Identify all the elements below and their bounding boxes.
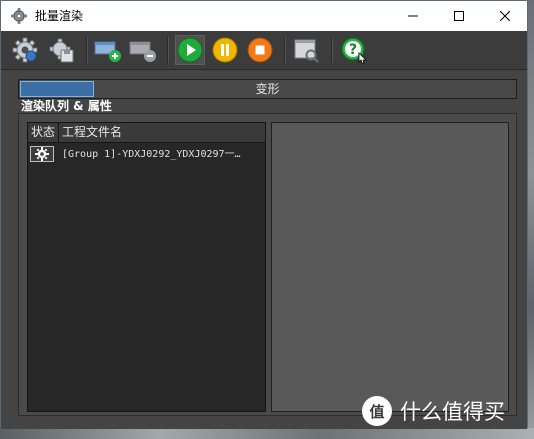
- site-watermark: 值 什么值得买: [362, 393, 505, 429]
- toolbar-separator: [331, 37, 333, 63]
- render-queue-list[interactable]: 状态 工程文件名 [Group 1]-YDXJ0292_YDXJ0297一…: [27, 122, 266, 412]
- title-bar[interactable]: 批量渲染: [1, 1, 527, 31]
- maximize-icon: [454, 11, 464, 21]
- watermark-logo: 值: [362, 396, 392, 426]
- column-header-status[interactable]: 状态: [28, 123, 59, 142]
- help-button[interactable]: ?: [339, 35, 369, 65]
- main-content: 变形 渲染队列 & 属性 状态 工程文件名 [Group 1]-YDXJ0292…: [1, 70, 527, 429]
- project-filename: [Group 1]-YDXJ0292_YDXJ0297一…: [62, 149, 241, 160]
- close-icon: [500, 11, 510, 21]
- pause-icon: [212, 37, 238, 63]
- desktop-background-right: [528, 0, 534, 439]
- start-render-button[interactable]: [175, 35, 205, 65]
- render-progress-bar: 变形: [18, 79, 517, 99]
- gear-icon: [35, 147, 49, 161]
- settings-gear-icon: [12, 37, 38, 63]
- queue-section-label: 渲染队列 & 属性: [21, 99, 112, 113]
- list-header: 状态 工程文件名: [28, 123, 265, 143]
- app-gear-icon: [11, 8, 27, 24]
- svg-text:值: 值: [369, 403, 384, 421]
- toolbar-separator: [284, 37, 286, 63]
- play-icon: [177, 37, 203, 63]
- column-header-filename[interactable]: 工程文件名: [62, 123, 122, 142]
- svg-text:?: ?: [349, 42, 357, 58]
- table-row[interactable]: [Group 1]-YDXJ0292_YDXJ0297一…: [28, 145, 265, 164]
- remove-job-icon: [129, 41, 156, 62]
- watermark-text: 什么值得买: [400, 400, 505, 424]
- stop-icon: [247, 37, 273, 63]
- minimize-button[interactable]: [390, 1, 436, 31]
- close-button[interactable]: [482, 1, 528, 31]
- desktop-background-bottom: [0, 428, 534, 439]
- window-title: 批量渲染: [35, 9, 84, 23]
- add-job-button[interactable]: [93, 35, 123, 65]
- stop-render-button[interactable]: [245, 35, 275, 65]
- settings-button[interactable]: [10, 35, 40, 65]
- save-render-button[interactable]: [46, 35, 76, 65]
- maximize-button[interactable]: [436, 1, 482, 31]
- progress-label: 变形: [255, 82, 280, 96]
- properties-panel: [271, 122, 509, 412]
- pause-render-button[interactable]: [210, 35, 240, 65]
- batch-render-window: 批量渲染 ? 变形 渲染队列 & 属性 状态 工程文件名 [Group 1]-Y…: [0, 0, 528, 429]
- help-icon: ?: [341, 37, 367, 64]
- status-button[interactable]: [30, 146, 54, 162]
- toolbar-separator: [86, 37, 88, 63]
- remove-job-button[interactable]: [128, 35, 158, 65]
- preview-window-icon: [294, 39, 319, 63]
- minimize-icon: [408, 15, 418, 17]
- toolbar: ?: [1, 31, 527, 70]
- add-job-icon: [94, 41, 121, 62]
- save-render-icon: [49, 38, 74, 63]
- toolbar-separator: [167, 37, 169, 63]
- preview-button[interactable]: [291, 35, 321, 65]
